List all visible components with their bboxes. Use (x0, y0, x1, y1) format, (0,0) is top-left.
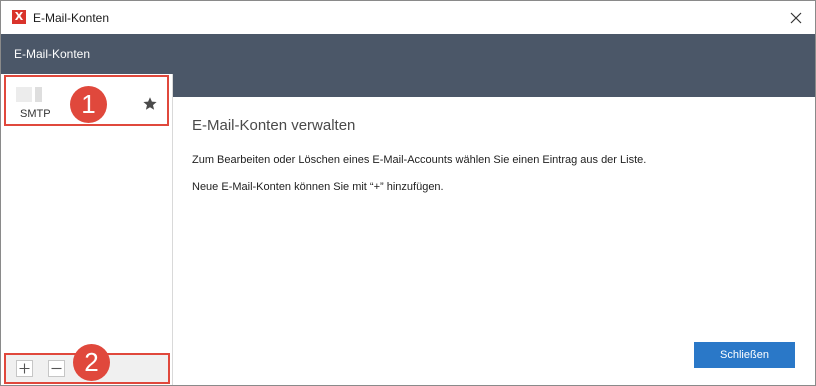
minus-icon (51, 367, 62, 370)
star-icon[interactable] (142, 96, 158, 112)
close-dialog-button[interactable]: Schließen (694, 342, 795, 368)
app-logo-icon: X (12, 10, 26, 24)
close-icon (790, 12, 802, 24)
window-close-button[interactable] (785, 7, 807, 29)
content-heading: E-Mail-Konten verwalten (192, 117, 356, 134)
callout-badge-1: 1 (70, 86, 107, 123)
plus-icon (19, 363, 30, 374)
instruction-text-edit: Zum Bearbeiten oder Löschen eines E-Mail… (192, 154, 647, 166)
window-title: E-Mail-Konten (33, 11, 110, 25)
callout-badge-2: 2 (73, 344, 110, 381)
add-account-button[interactable] (16, 360, 33, 377)
header-bar: E-Mail-Konten (1, 34, 815, 74)
email-accounts-window: X E-Mail-Konten E-Mail-Konten SMTP E-Mai… (0, 0, 816, 386)
header-title: E-Mail-Konten (14, 47, 91, 61)
account-type-label: SMTP (20, 108, 51, 120)
content-header-strip (173, 74, 815, 97)
remove-account-button[interactable] (48, 360, 65, 377)
title-bar: X E-Mail-Konten (1, 1, 815, 34)
instruction-text-add: Neue E-Mail-Konten können Sie mit “+” hi… (192, 181, 444, 193)
account-avatar (16, 87, 42, 102)
main-content: E-Mail-Konten verwalten Zum Bearbeiten o… (173, 97, 815, 385)
